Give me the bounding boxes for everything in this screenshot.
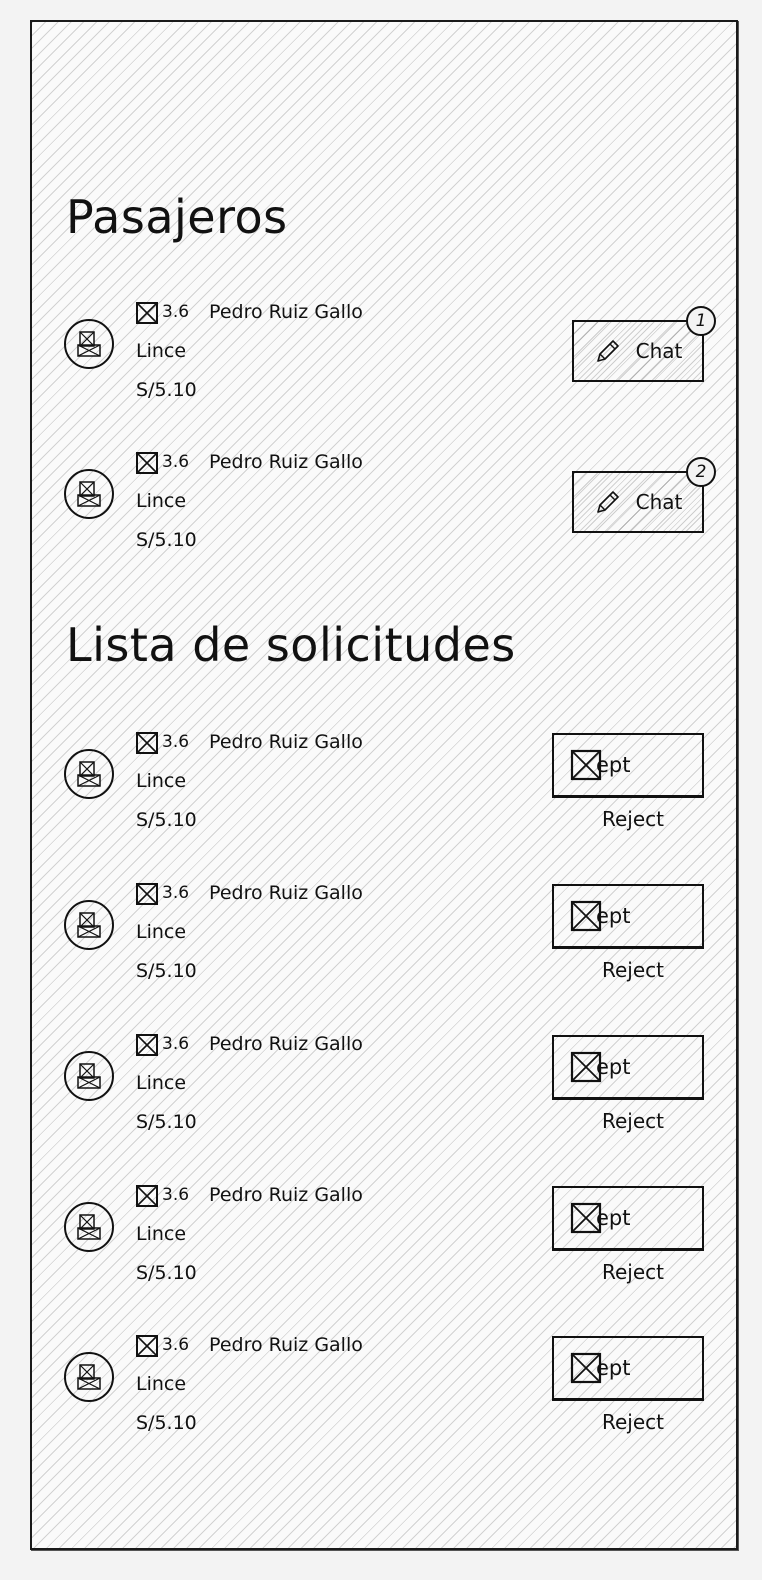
passenger-name: Pedro Ruiz Gallo <box>209 1184 363 1206</box>
passenger-info: 3.6 Pedro Ruiz Gallo Lince S/5.10 <box>136 443 363 560</box>
passenger-row: 3.6 Pedro Ruiz Gallo Lince S/5.10 Chat 1 <box>64 293 716 413</box>
request-row: 3.6 Pedro Ruiz Gallo Lince S/5.10 ept Re… <box>64 1025 704 1145</box>
pencil-icon <box>596 340 619 362</box>
image-placeholder-icon <box>136 1184 158 1207</box>
passenger-name: Pedro Ruiz Gallo <box>209 731 363 753</box>
price: S/5.10 <box>136 1111 197 1133</box>
avatar-placeholder-icon <box>77 1063 101 1089</box>
avatar <box>64 469 114 519</box>
rating: 3.6 <box>162 883 190 903</box>
avatar-placeholder-icon <box>77 481 101 507</box>
reject-link[interactable]: Reject <box>602 807 664 831</box>
rating: 3.6 <box>162 302 190 322</box>
accept-button[interactable]: ept <box>552 1186 704 1250</box>
avatar <box>64 900 114 950</box>
reject-link[interactable]: Reject <box>602 958 664 982</box>
district: Lince <box>136 770 187 792</box>
passenger-info: 3.6 Pedro Ruiz Gallo Lince S/5.10 <box>136 293 363 410</box>
image-placeholder-icon <box>136 301 158 324</box>
accept-button[interactable]: ept <box>552 884 704 948</box>
accept-label: ept <box>596 753 631 777</box>
passenger-name: Pedro Ruiz Gallo <box>209 882 363 904</box>
price: S/5.10 <box>136 1262 197 1284</box>
avatar <box>64 1202 114 1252</box>
avatar-placeholder-icon <box>77 1214 101 1240</box>
reject-link[interactable]: Reject <box>602 1260 664 1284</box>
district: Lince <box>136 921 187 943</box>
request-info: 3.6 Pedro Ruiz Gallo Lince S/5.10 <box>136 874 363 991</box>
chat-label: Chat <box>635 339 683 363</box>
price: S/5.10 <box>136 1412 197 1434</box>
image-placeholder-icon <box>136 1033 158 1056</box>
accept-button[interactable]: ept <box>552 733 704 797</box>
image-placeholder-icon <box>136 882 158 905</box>
district: Lince <box>136 1223 187 1245</box>
avatar <box>64 319 114 369</box>
avatar-placeholder-icon <box>77 761 101 787</box>
passenger-name: Pedro Ruiz Gallo <box>209 1033 363 1055</box>
district: Lince <box>136 490 187 512</box>
chat-label: Chat <box>635 490 683 514</box>
rating: 3.6 <box>162 732 190 752</box>
avatar <box>64 1051 114 1101</box>
price: S/5.10 <box>136 809 197 831</box>
accept-label: ept <box>596 1356 631 1380</box>
mobile-frame: Pasajeros 3.6 Pedro Ruiz Gallo Lince S/5… <box>30 20 738 1550</box>
avatar-placeholder-icon <box>77 331 101 357</box>
avatar-placeholder-icon <box>77 912 101 938</box>
request-info: 3.6 Pedro Ruiz Gallo Lince S/5.10 <box>136 1025 363 1142</box>
passengers-title: Pasajeros <box>66 190 288 244</box>
accept-label: ept <box>596 904 631 928</box>
passenger-name: Pedro Ruiz Gallo <box>209 301 363 323</box>
rating: 3.6 <box>162 1335 190 1355</box>
district: Lince <box>136 340 187 362</box>
unread-badge: 1 <box>686 306 716 336</box>
image-placeholder-icon <box>136 451 158 474</box>
rating: 3.6 <box>162 1185 190 1205</box>
chat-button[interactable]: Chat 1 <box>572 306 716 382</box>
district: Lince <box>136 1373 187 1395</box>
rating: 3.6 <box>162 1034 190 1054</box>
district: Lince <box>136 1072 187 1094</box>
request-info: 3.6 Pedro Ruiz Gallo Lince S/5.10 <box>136 1176 363 1293</box>
reject-link[interactable]: Reject <box>602 1410 664 1434</box>
avatar <box>64 749 114 799</box>
avatar <box>64 1352 114 1402</box>
unread-badge: 2 <box>686 457 716 487</box>
price: S/5.10 <box>136 529 197 551</box>
avatar-placeholder-icon <box>77 1364 101 1390</box>
price: S/5.10 <box>136 379 197 401</box>
accept-label: ept <box>596 1206 631 1230</box>
pencil-icon <box>596 491 619 513</box>
reject-link[interactable]: Reject <box>602 1109 664 1133</box>
image-placeholder-icon <box>136 1334 158 1357</box>
chat-button[interactable]: Chat 2 <box>572 457 716 533</box>
requests-title: Lista de solicitudes <box>66 618 516 672</box>
request-info: 3.6 Pedro Ruiz Gallo Lince S/5.10 <box>136 723 363 840</box>
request-row: 3.6 Pedro Ruiz Gallo Lince S/5.10 ept Re… <box>64 723 704 843</box>
accept-label: ept <box>596 1055 631 1079</box>
rating: 3.6 <box>162 452 190 472</box>
accept-button[interactable]: ept <box>552 1336 704 1400</box>
passenger-name: Pedro Ruiz Gallo <box>209 451 363 473</box>
request-row: 3.6 Pedro Ruiz Gallo Lince S/5.10 ept Re… <box>64 874 704 994</box>
request-row: 3.6 Pedro Ruiz Gallo Lince S/5.10 ept Re… <box>64 1176 704 1296</box>
image-placeholder-icon <box>136 731 158 754</box>
request-info: 3.6 Pedro Ruiz Gallo Lince S/5.10 <box>136 1326 363 1443</box>
request-row: 3.6 Pedro Ruiz Gallo Lince S/5.10 ept Re… <box>64 1326 704 1446</box>
price: S/5.10 <box>136 960 197 982</box>
passenger-row: 3.6 Pedro Ruiz Gallo Lince S/5.10 Chat 2 <box>64 443 716 563</box>
passenger-name: Pedro Ruiz Gallo <box>209 1334 363 1356</box>
accept-button[interactable]: ept <box>552 1035 704 1099</box>
